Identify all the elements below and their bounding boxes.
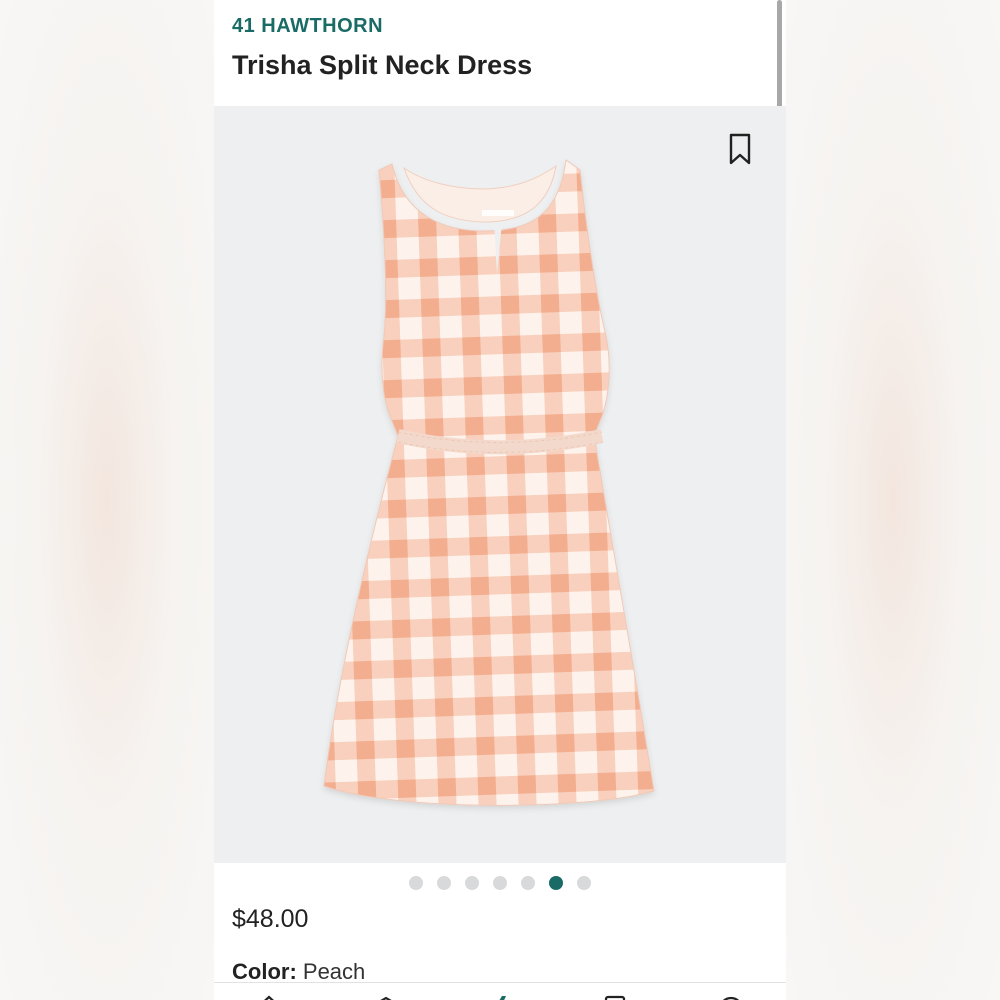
carousel-dot[interactable] [493, 876, 507, 890]
product-page: 41 HAWTHORN Trisha Split Neck Dress $48.… [214, 0, 786, 1000]
carousel-dot[interactable] [577, 876, 591, 890]
home-icon[interactable] [254, 991, 284, 1000]
carousel-dot[interactable] [521, 876, 535, 890]
left-blur-background [0, 0, 214, 1000]
stitchfix-icon[interactable] [486, 991, 516, 1000]
right-blur-background [786, 0, 1000, 1000]
color-label: Color: [232, 959, 297, 984]
bag-icon[interactable] [600, 991, 630, 1000]
carousel-dot-active[interactable] [549, 876, 563, 890]
color-value: Peach [302, 959, 366, 984]
product-price: $48.00 [232, 905, 309, 933]
carousel-dot[interactable] [409, 876, 423, 890]
brand-name[interactable]: 41 HAWTHORN [232, 15, 383, 38]
account-icon[interactable] [716, 991, 746, 1000]
box-icon[interactable] [371, 991, 401, 1000]
product-image [214, 106, 786, 863]
product-image-carousel[interactable] [214, 106, 786, 863]
carousel-dot[interactable] [437, 876, 451, 890]
product-title: Trisha Split Neck Dress [232, 50, 533, 80]
bookmark-icon[interactable] [726, 132, 756, 168]
carousel-dot[interactable] [465, 876, 479, 890]
bottom-navigation [214, 982, 786, 1000]
carousel-pagination [214, 870, 786, 896]
